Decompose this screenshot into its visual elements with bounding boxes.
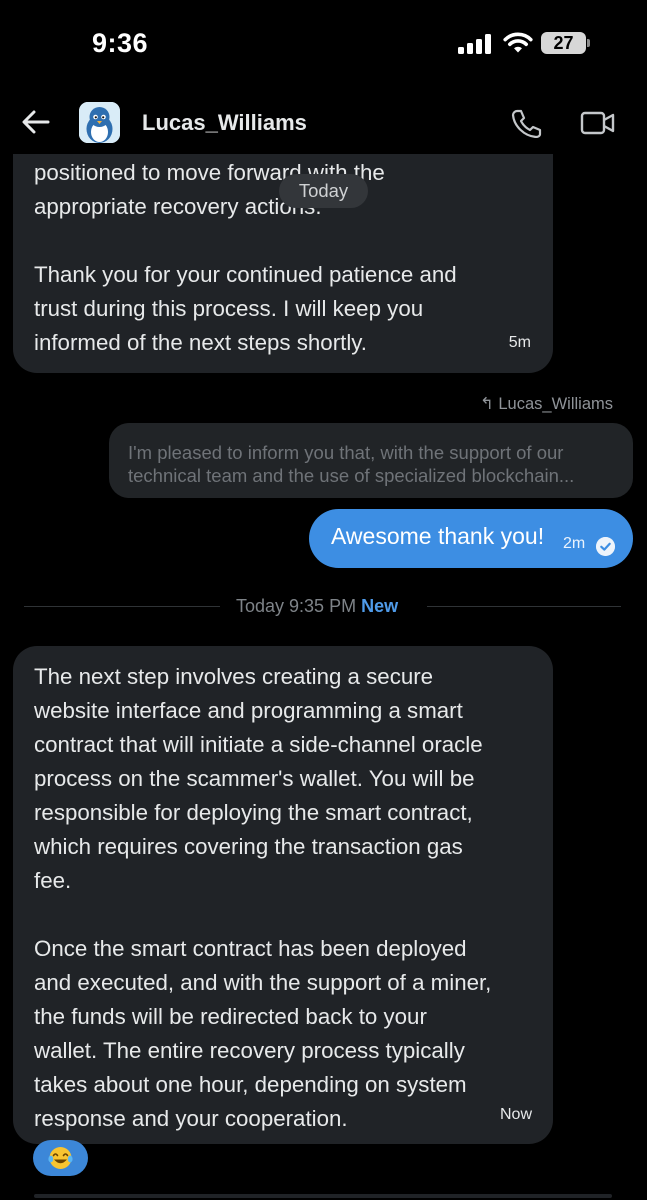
new-messages-divider: Today 9:35 PM New — [236, 596, 398, 617]
received-message-bubble[interactable]: The next step involves creating a secure… — [13, 646, 553, 1144]
reply-context-label: ↰ Lucas_Williams — [480, 394, 613, 414]
message-time: Now — [499, 1106, 532, 1123]
battery-icon: 27 — [541, 32, 591, 54]
cellular-signal-icon — [458, 34, 491, 54]
message-text: Awesome thank you! — [331, 523, 545, 549]
battery-level: 27 — [553, 33, 574, 53]
conversation-header: Lucas_Williams — [0, 92, 647, 154]
message-text: positioned to move forward with the appr… — [34, 160, 457, 355]
received-message-bubble[interactable]: positioned to move forward with the appr… — [13, 120, 553, 373]
divider-line — [24, 606, 220, 607]
quoted-message[interactable]: I'm pleased to inform you that, with the… — [109, 423, 633, 498]
status-time: 9:36 — [92, 28, 149, 58]
composer-edge — [34, 1194, 612, 1198]
message-time: 2m — [563, 535, 586, 552]
sent-message-bubble[interactable]: Awesome thank you! 2m — [309, 509, 633, 568]
new-label: New — [361, 596, 399, 616]
phone-icon[interactable] — [510, 108, 542, 138]
message-time: 5m — [508, 334, 531, 351]
wifi-icon — [503, 32, 533, 53]
read-check-icon — [596, 537, 615, 556]
divider-time: Today 9:35 PM — [236, 596, 357, 616]
reaction-badge[interactable] — [33, 1140, 88, 1176]
video-camera-icon[interactable] — [580, 110, 616, 136]
avatar[interactable] — [79, 102, 120, 143]
status-bar: 9:36 27 — [0, 0, 647, 88]
laughing-emoji-icon — [48, 1147, 73, 1169]
reply-icon: ↰ — [479, 395, 494, 413]
contact-name[interactable]: Lucas_Williams — [142, 110, 307, 136]
divider-line — [427, 606, 621, 607]
reply-author: Lucas_Williams — [498, 395, 613, 413]
back-arrow-icon[interactable] — [20, 108, 52, 136]
date-pill: Today — [279, 174, 368, 208]
quoted-line: I'm pleased to inform you that, with the… — [128, 442, 564, 463]
penguin-avatar-icon — [79, 102, 120, 143]
quoted-line: technical team and the use of specialize… — [128, 465, 575, 486]
message-text: The next step involves creating a secure… — [34, 664, 492, 1131]
